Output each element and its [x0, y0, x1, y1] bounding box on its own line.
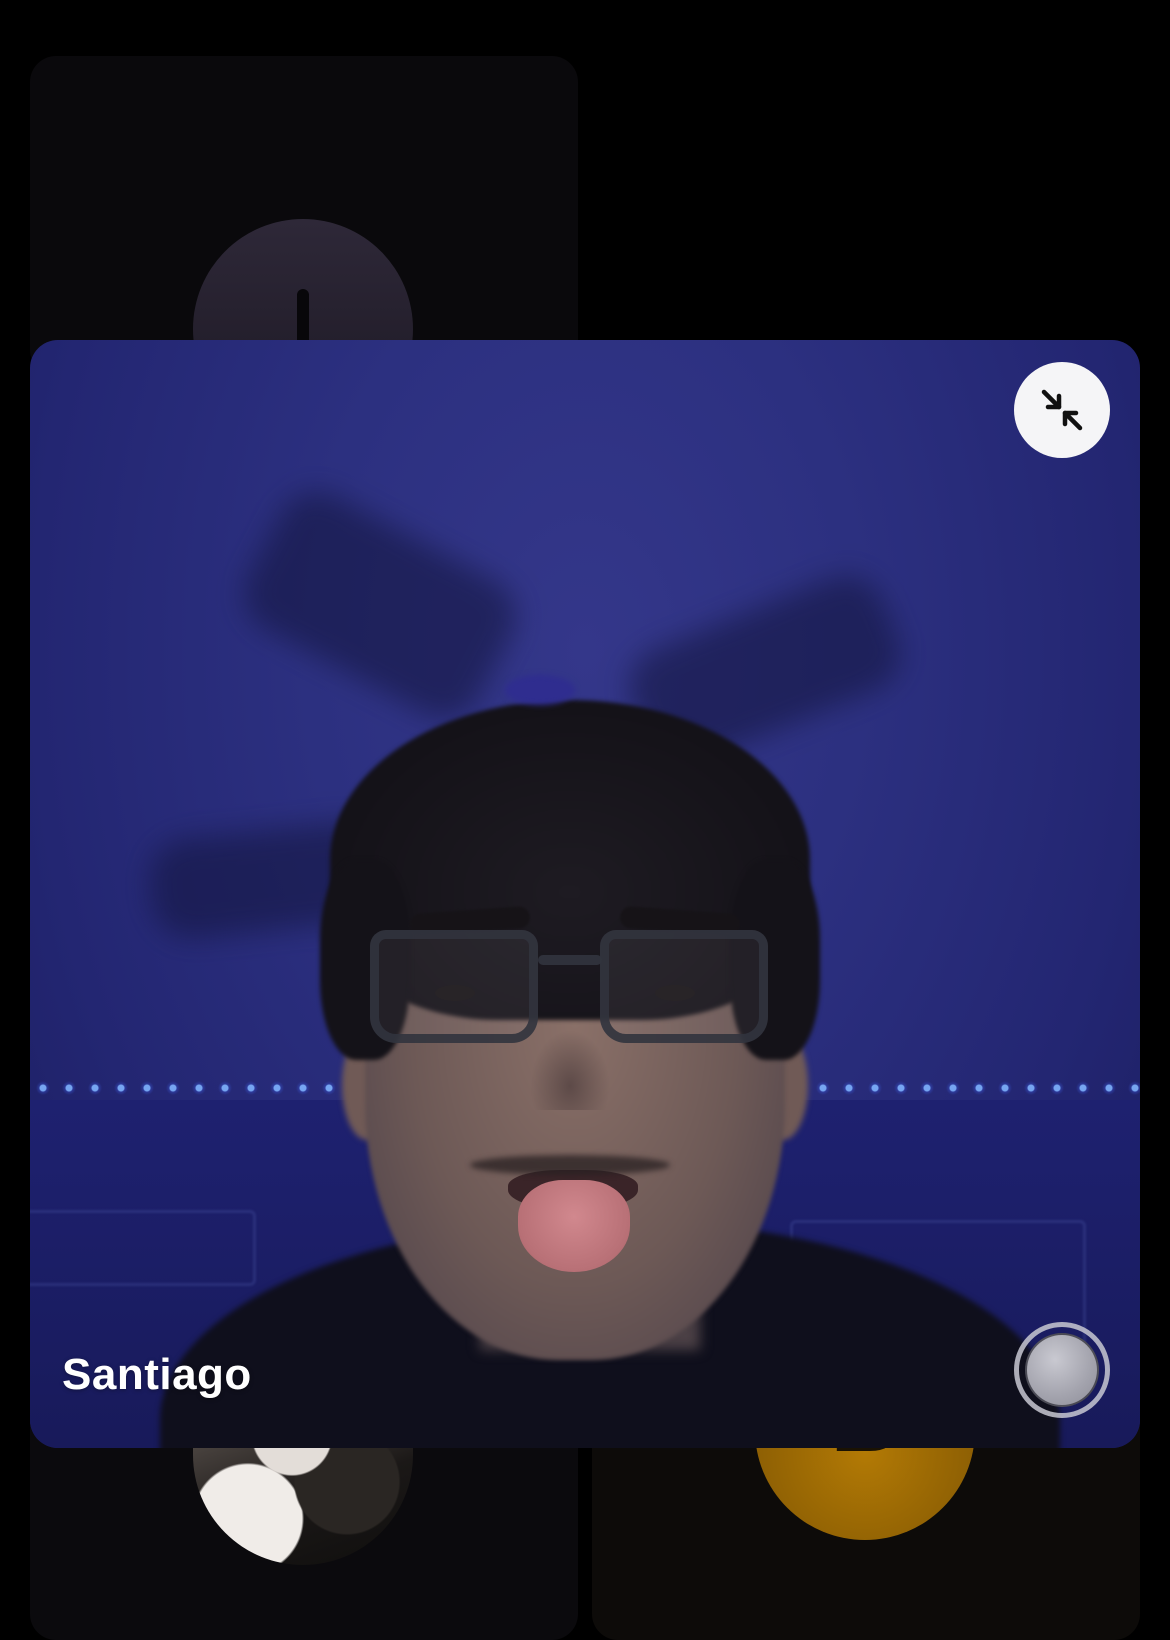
glasses-bridge [538, 955, 602, 965]
glasses-lens [600, 930, 768, 1043]
mustache [470, 1155, 670, 1175]
hair-accessory [505, 675, 575, 705]
nose [530, 1030, 610, 1110]
tongue [518, 1180, 630, 1272]
minimize-video-button[interactable] [1014, 362, 1110, 458]
glasses-lens [370, 930, 538, 1043]
video-feed [30, 340, 1140, 1448]
shutter-ring-icon [1025, 1333, 1099, 1407]
wall-panel [30, 1210, 256, 1286]
capture-button[interactable] [1014, 1322, 1110, 1418]
arrows-collapse-icon [1041, 389, 1083, 431]
participant-tile-top-left[interactable] [30, 56, 578, 376]
ceiling-fan-blade [230, 477, 530, 733]
participant-name-label: Santiago [62, 1350, 252, 1399]
active-video-tile[interactable]: Santiago [30, 340, 1140, 1448]
